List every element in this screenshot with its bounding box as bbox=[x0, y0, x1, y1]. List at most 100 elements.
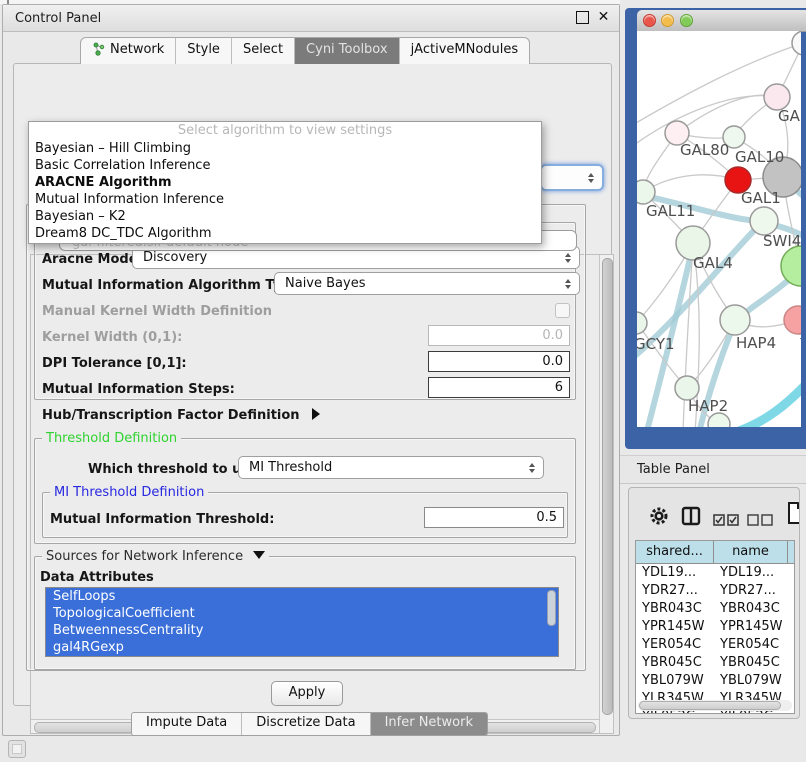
node-label: GAL1 bbox=[741, 189, 781, 207]
deselect-all-checkboxes-icon[interactable] bbox=[747, 511, 773, 530]
table-horizontal-scrollbar[interactable] bbox=[638, 700, 792, 711]
hub-definition-toggle[interactable]: Hub/Transcription Factor Definition bbox=[42, 408, 320, 423]
table-cell: YPR145W bbox=[636, 618, 714, 636]
column-header-shared-name[interactable]: shared... bbox=[636, 541, 714, 563]
table-cell: YBR045C bbox=[714, 654, 788, 672]
vertical-scrollbar-thumb[interactable] bbox=[602, 258, 613, 715]
mi-threshold-field[interactable]: 0.5 bbox=[424, 507, 564, 528]
table-hscroll-thumb[interactable] bbox=[639, 701, 781, 710]
algorithm-option[interactable]: ARACNE Algorithm bbox=[29, 174, 541, 191]
data-attributes-list[interactable]: SelfLoopsTopologicalCoefficientBetweenne… bbox=[45, 587, 559, 657]
tab-network-label: Network bbox=[110, 42, 164, 57]
window-close-icon[interactable] bbox=[643, 14, 656, 27]
node-swi4-small[interactable] bbox=[750, 207, 778, 235]
sources-title[interactable]: Sources for Network Inference bbox=[42, 549, 269, 564]
gear-icon[interactable] bbox=[649, 506, 669, 530]
popup-prompt: Select algorithm to view settings bbox=[29, 122, 541, 140]
node-label: GCY1 bbox=[637, 335, 675, 353]
table-header-row: shared... name bbox=[636, 541, 794, 564]
network-edge bbox=[733, 379, 801, 427]
which-threshold-combobox[interactable]: MI Threshold bbox=[238, 456, 544, 479]
algorithm-option[interactable]: Basic Correlation Inference bbox=[29, 157, 541, 174]
column-header-name[interactable]: name bbox=[714, 541, 788, 563]
float-window-icon[interactable] bbox=[576, 11, 589, 24]
node-table: shared... name YDL19...YDL19...13YDR27..… bbox=[635, 540, 795, 714]
inference-algorithm-combobox-fragment[interactable] bbox=[540, 164, 604, 191]
tab-style[interactable]: Style bbox=[176, 38, 232, 64]
combo-stepper-icon bbox=[588, 173, 594, 183]
algorithm-option[interactable]: Bayesian – K2 bbox=[29, 208, 541, 225]
column-header-partial[interactable] bbox=[788, 541, 794, 563]
mi-threshold-definition-title: MI Threshold Definition bbox=[50, 485, 208, 500]
dpi-tolerance-field[interactable]: 0.0 bbox=[428, 351, 570, 372]
tab-select[interactable]: Select bbox=[232, 38, 295, 64]
tab-discretize-data[interactable]: Discretize Data bbox=[242, 713, 370, 735]
manual-kernel-checkbox[interactable] bbox=[555, 303, 570, 318]
attribute-list-item[interactable]: BetweennessCentrality bbox=[46, 622, 558, 639]
apply-button[interactable]: Apply bbox=[271, 681, 343, 706]
node-y-pink[interactable] bbox=[784, 306, 801, 334]
aracne-mode-value: Discovery bbox=[143, 250, 207, 265]
table-cell: YDL19... bbox=[714, 564, 788, 582]
node-gal11[interactable] bbox=[637, 180, 655, 204]
mi-type-value: Naive Bayes bbox=[285, 276, 365, 291]
node-bottom-partial[interactable] bbox=[708, 413, 730, 427]
algorithm-option[interactable]: Mutual Information Inference bbox=[29, 191, 541, 208]
table-row[interactable]: YBL079WYBL079W bbox=[636, 672, 794, 690]
node-top-partial[interactable] bbox=[792, 31, 801, 55]
docked-panel-icon[interactable] bbox=[8, 740, 26, 758]
document-icon[interactable] bbox=[787, 502, 800, 528]
network-canvas[interactable]: GALGAL80GAL10GAL1GAL11SWI4GAL4GCY1HAP4YH… bbox=[637, 31, 801, 427]
node-label: GAL80 bbox=[680, 141, 729, 159]
kernel-width-field[interactable]: 0.0 bbox=[428, 325, 570, 346]
network-window-titlebar[interactable] bbox=[637, 10, 806, 32]
tab-jactivemnodules[interactable]: jActiveMNodules bbox=[400, 38, 530, 64]
table-row[interactable]: YBR045CYBR045C9. bbox=[636, 654, 794, 672]
table-row[interactable]: YPR145WYPR145W9. bbox=[636, 618, 794, 636]
table-row[interactable]: YDL19...YDL19...13 bbox=[636, 564, 794, 582]
algorithm-select-popup: Select algorithm to view settings Bayesi… bbox=[28, 121, 542, 244]
tab-network[interactable]: Network bbox=[81, 38, 176, 64]
select-all-checkboxes-icon[interactable] bbox=[713, 511, 739, 530]
table-cell: YBL079W bbox=[636, 672, 714, 690]
attribute-list-item[interactable]: TopologicalCoefficient bbox=[46, 605, 558, 622]
list-scrollbar-thumb[interactable] bbox=[547, 590, 556, 626]
control-panel-titlebar: Control Panel ✕ bbox=[3, 5, 619, 32]
node-gcy1[interactable] bbox=[637, 312, 647, 334]
network-edge bbox=[643, 175, 738, 192]
table-row[interactable]: YER054CYER054C8. bbox=[636, 636, 794, 654]
tab-cyni-toolbox[interactable]: Cyni Toolbox bbox=[295, 38, 400, 64]
close-icon[interactable]: ✕ bbox=[597, 11, 610, 24]
mi-threshold-label: Mutual Information Threshold: bbox=[50, 512, 274, 527]
window-zoom-icon[interactable] bbox=[680, 14, 693, 27]
network-edges bbox=[637, 31, 801, 427]
attribute-list-item[interactable]: SelfLoops bbox=[46, 588, 558, 605]
table-row[interactable]: YDR27...YDR27...12 bbox=[636, 582, 794, 600]
mi-steps-field[interactable]: 6 bbox=[428, 377, 570, 398]
sources-title-label: Sources for Network Inference bbox=[46, 549, 243, 564]
table-cell: YBR043C bbox=[714, 600, 788, 618]
table-cell: YBR045C bbox=[636, 654, 714, 672]
table-cell: YDR27... bbox=[636, 582, 714, 600]
kernel-width-label: Kernel Width (0,1): bbox=[42, 330, 182, 345]
tab-infer-network[interactable]: Infer Network bbox=[371, 713, 487, 735]
combo-stepper-icon bbox=[565, 253, 571, 263]
node-hap4[interactable] bbox=[720, 305, 750, 335]
table-row[interactable]: YBR043CYBR043C bbox=[636, 600, 794, 618]
aracne-mode-label: Aracne Mode: bbox=[42, 252, 143, 267]
table-panel-title: Table Panel bbox=[637, 462, 710, 477]
table-cell: YPR145W bbox=[714, 618, 788, 636]
control-panel-tab-bar: Network Style Select Cyni Toolbox jActiv… bbox=[80, 37, 530, 64]
vertical-scrollbar[interactable] bbox=[599, 255, 613, 733]
table-cell: 13 bbox=[788, 564, 794, 582]
tab-impute-data[interactable]: Impute Data bbox=[132, 713, 242, 735]
algorithm-option[interactable]: Dream8 DC_TDC Algorithm bbox=[29, 225, 541, 242]
columns-icon[interactable] bbox=[681, 506, 701, 530]
window-minimize-icon[interactable] bbox=[661, 14, 674, 27]
mi-type-label: Mutual Information Algorithm Type: bbox=[42, 278, 305, 293]
mi-type-combobox[interactable]: Naive Bayes bbox=[274, 272, 580, 295]
algorithm-option[interactable]: Bayesian – Hill Climbing bbox=[29, 140, 541, 157]
table-cell: 8. bbox=[788, 636, 794, 654]
node-label: HAP2 bbox=[688, 397, 728, 415]
attribute-list-item[interactable]: gal4RGexp bbox=[46, 639, 558, 656]
